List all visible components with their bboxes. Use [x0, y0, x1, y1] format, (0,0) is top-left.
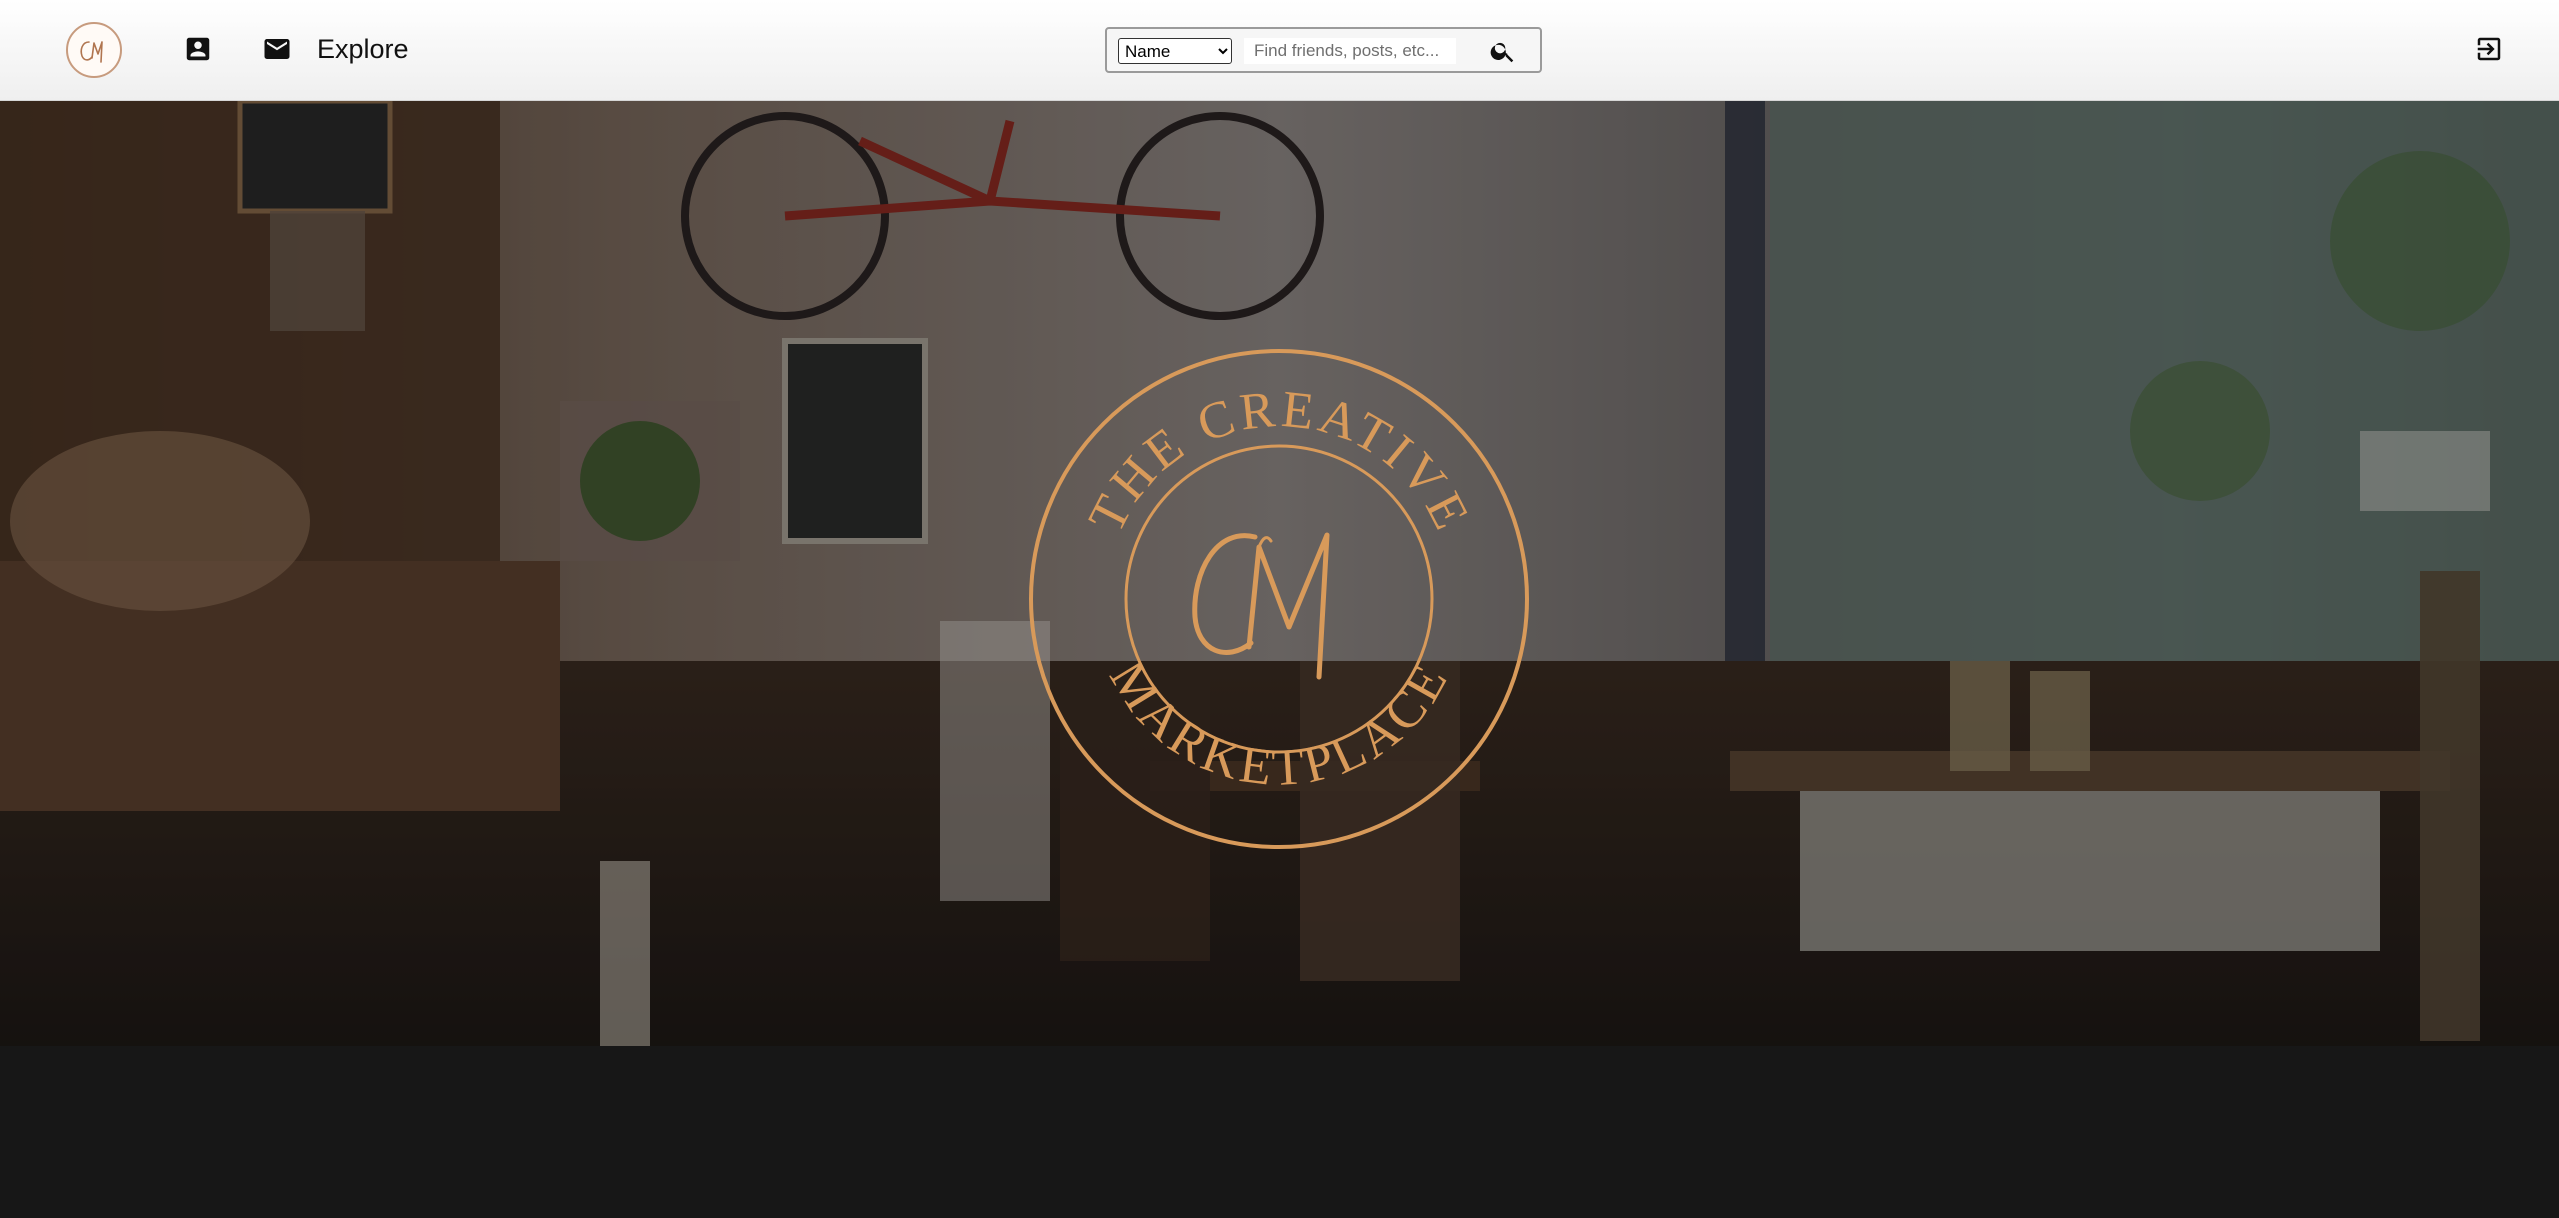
emblem-top-text: THE CREATIVE — [1078, 381, 1481, 542]
account-box-icon[interactable] — [183, 34, 213, 64]
explore-link[interactable]: Explore — [317, 32, 409, 66]
search-button[interactable] — [1486, 35, 1520, 67]
cm-monogram-icon — [1192, 532, 1330, 680]
search-icon — [1490, 42, 1514, 63]
cm-logo-icon[interactable] — [66, 22, 122, 78]
hero-banner: THE CREATIVE MARKETPLACE — [0, 101, 2559, 1046]
emblem-bottom-text: MARKETPLACE — [1098, 651, 1460, 797]
page-bottom-area — [0, 1046, 2559, 1218]
search-filter-select[interactable]: Name — [1118, 38, 1232, 64]
top-navbar: Explore Name — [0, 0, 2559, 101]
creative-marketplace-emblem: THE CREATIVE MARKETPLACE — [1027, 347, 1532, 852]
search-bar: Name — [1105, 27, 1542, 73]
mail-icon[interactable] — [262, 34, 292, 64]
logout-icon[interactable] — [2474, 34, 2504, 64]
search-input[interactable] — [1244, 38, 1456, 64]
